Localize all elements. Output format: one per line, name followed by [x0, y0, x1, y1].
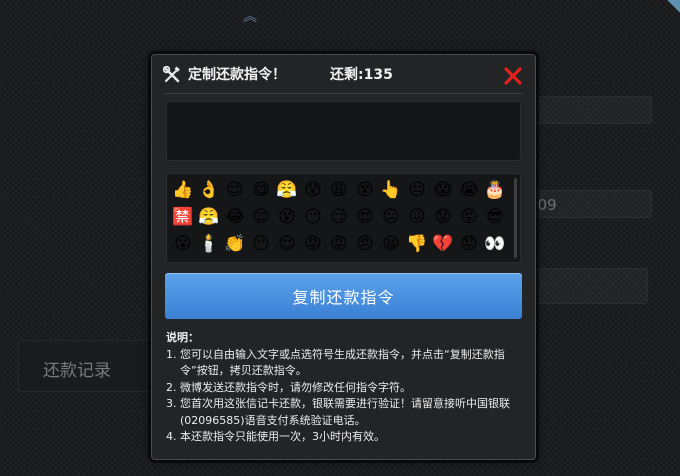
dialog-title: 定制还款指令！ — [188, 67, 286, 83]
emoji-item[interactable]: 🎂 — [484, 179, 506, 201]
emoji-item[interactable]: 😮 — [172, 233, 194, 255]
instruction-number: 3. — [166, 397, 177, 410]
instruction-item: 2. 微博发送还款指令时，请勿修改任何指令字符。 — [166, 380, 526, 397]
emoji-item[interactable]: 😤 — [198, 206, 220, 228]
background-field — [520, 96, 652, 124]
background-field — [520, 268, 648, 304]
emoji-item[interactable]: 😌 — [224, 179, 246, 201]
emoji-item[interactable]: 😍 — [354, 206, 376, 228]
instruction-text: 您首次用这张信记卡还款，银联需要进行验证！请留意接听中国银联(02096585)… — [180, 397, 510, 427]
instruction-item: 1. 您可以自由输入文字或点选符号生成还款指令，并点击“复制还款指令”按钮，拷贝… — [166, 347, 526, 380]
remaining-count: 还剩:135 — [330, 67, 393, 83]
emoji-item[interactable]: 😐 — [406, 179, 428, 201]
instruction-text: 您可以自由输入文字或点选符号生成还款指令，并点击“复制还款指令”按钮，拷贝还款指… — [180, 347, 505, 378]
emoji-item[interactable]: 😟 — [432, 206, 454, 228]
header-divider — [164, 93, 523, 94]
emoji-item[interactable]: 😡 — [328, 233, 350, 255]
emoji-item[interactable]: 😵 — [276, 206, 298, 228]
emoji-picker: 👍 👌 😌 😋 😤 😰 😩 😵 👆 😐 😱 😭 🎂 🈲 😤 😂 😊 😵 😶 😏 😍 😐 😖 😟 😝 😎 😮 🕯️ 👏 😶 😌 😡 😡 😠 😫 👎 💔 😟 👀 — [166, 173, 521, 263]
emoji-item[interactable]: 🕯️ — [198, 233, 220, 255]
emoji-item[interactable]: 👎 — [406, 233, 428, 255]
emoji-item[interactable]: 😂 — [224, 206, 246, 228]
instructions-label: 说明： — [166, 331, 199, 344]
repayment-record-tab[interactable]: 还款记录 — [18, 340, 154, 392]
repayment-command-input[interactable] — [166, 101, 521, 161]
copy-command-button[interactable]: 复制还款指令 — [165, 273, 522, 319]
emoji-item[interactable]: 😌 — [276, 233, 298, 255]
instruction-item: 4. 本还款指令只能使用一次，3小时内有效。 — [166, 429, 526, 446]
custom-repayment-dialog: 定制还款指令！ 还剩:135 👍 👌 😌 😋 😤 😰 😩 😵 👆 😐 😱 😭 🎂 🈲 😤 😂 😊 😵 😶 😏 😍 😐 😖 😟 😝… — [151, 54, 536, 460]
emoji-grid: 👍 👌 😌 😋 😤 😰 😩 😵 👆 😐 😱 😭 🎂 🈲 😤 😂 😊 😵 😶 😏 😍 😐 😖 😟 😝 😎 😮 🕯️ 👏 😶 😌 😡 😡 😠 😫 👎 💔 😟 👀 — [172, 179, 512, 260]
emoji-item[interactable]: 😫 — [380, 233, 402, 255]
emoji-item[interactable]: 😟 — [458, 233, 480, 255]
emoji-item[interactable]: 👌 — [198, 179, 220, 201]
instruction-number: 4. — [166, 430, 177, 443]
emoji-item[interactable]: 😤 — [276, 179, 298, 201]
emoji-item[interactable]: 👆 — [380, 179, 402, 201]
repayment-record-label: 还款记录 — [43, 361, 111, 381]
dialog-header: 定制还款指令！ 还剩:135 — [152, 55, 535, 95]
emoji-item[interactable]: 💔 — [432, 233, 454, 255]
emoji-item[interactable]: 🈲 — [172, 206, 194, 228]
emoji-item[interactable]: 😵 — [354, 179, 376, 201]
instruction-text: 本还款指令只能使用一次，3小时内有效。 — [180, 430, 385, 443]
corner-ribbon — [662, 0, 680, 18]
instruction-number: 2. — [166, 380, 177, 394]
emoji-item[interactable]: 😊 — [250, 206, 272, 228]
emoji-item[interactable]: 😰 — [302, 179, 324, 201]
instruction-number: 1. — [166, 347, 177, 361]
emoji-item[interactable]: 😏 — [328, 206, 350, 228]
chevron-up-icon[interactable]: ︽ — [241, 8, 259, 26]
emoji-scrollbar[interactable] — [514, 178, 517, 258]
instruction-item: 3. 您首次用这张信记卡还款，银联需要进行验证！请留意接听中国银联(020965… — [166, 396, 526, 429]
emoji-item[interactable]: 😋 — [250, 179, 272, 201]
emoji-item[interactable]: 😩 — [328, 179, 350, 201]
emoji-item[interactable]: 😡 — [302, 233, 324, 255]
emoji-item[interactable]: 😖 — [406, 206, 428, 228]
instruction-text: 微博发送还款指令时，请勿修改任何指令字符。 — [180, 380, 411, 394]
emoji-item[interactable]: 👍 — [172, 179, 194, 201]
emoji-item[interactable]: 😭 — [458, 179, 480, 201]
emoji-item[interactable]: 😱 — [432, 179, 454, 201]
close-icon[interactable] — [503, 66, 523, 86]
emoji-item[interactable]: 😶 — [302, 206, 324, 228]
emoji-item[interactable]: 👀 — [484, 233, 506, 255]
emoji-item[interactable]: 😎 — [484, 206, 506, 228]
emoji-item[interactable]: 😐 — [380, 206, 402, 228]
emoji-item[interactable]: 😝 — [458, 206, 480, 228]
instructions: 说明： 1. 您可以自由输入文字或点选符号生成还款指令，并点击“复制还款指令”按… — [166, 330, 526, 446]
emoji-item[interactable]: 😶 — [250, 233, 272, 255]
tools-icon — [163, 66, 180, 83]
emoji-item[interactable]: 😠 — [354, 233, 376, 255]
emoji-item[interactable]: 👏 — [224, 233, 246, 255]
